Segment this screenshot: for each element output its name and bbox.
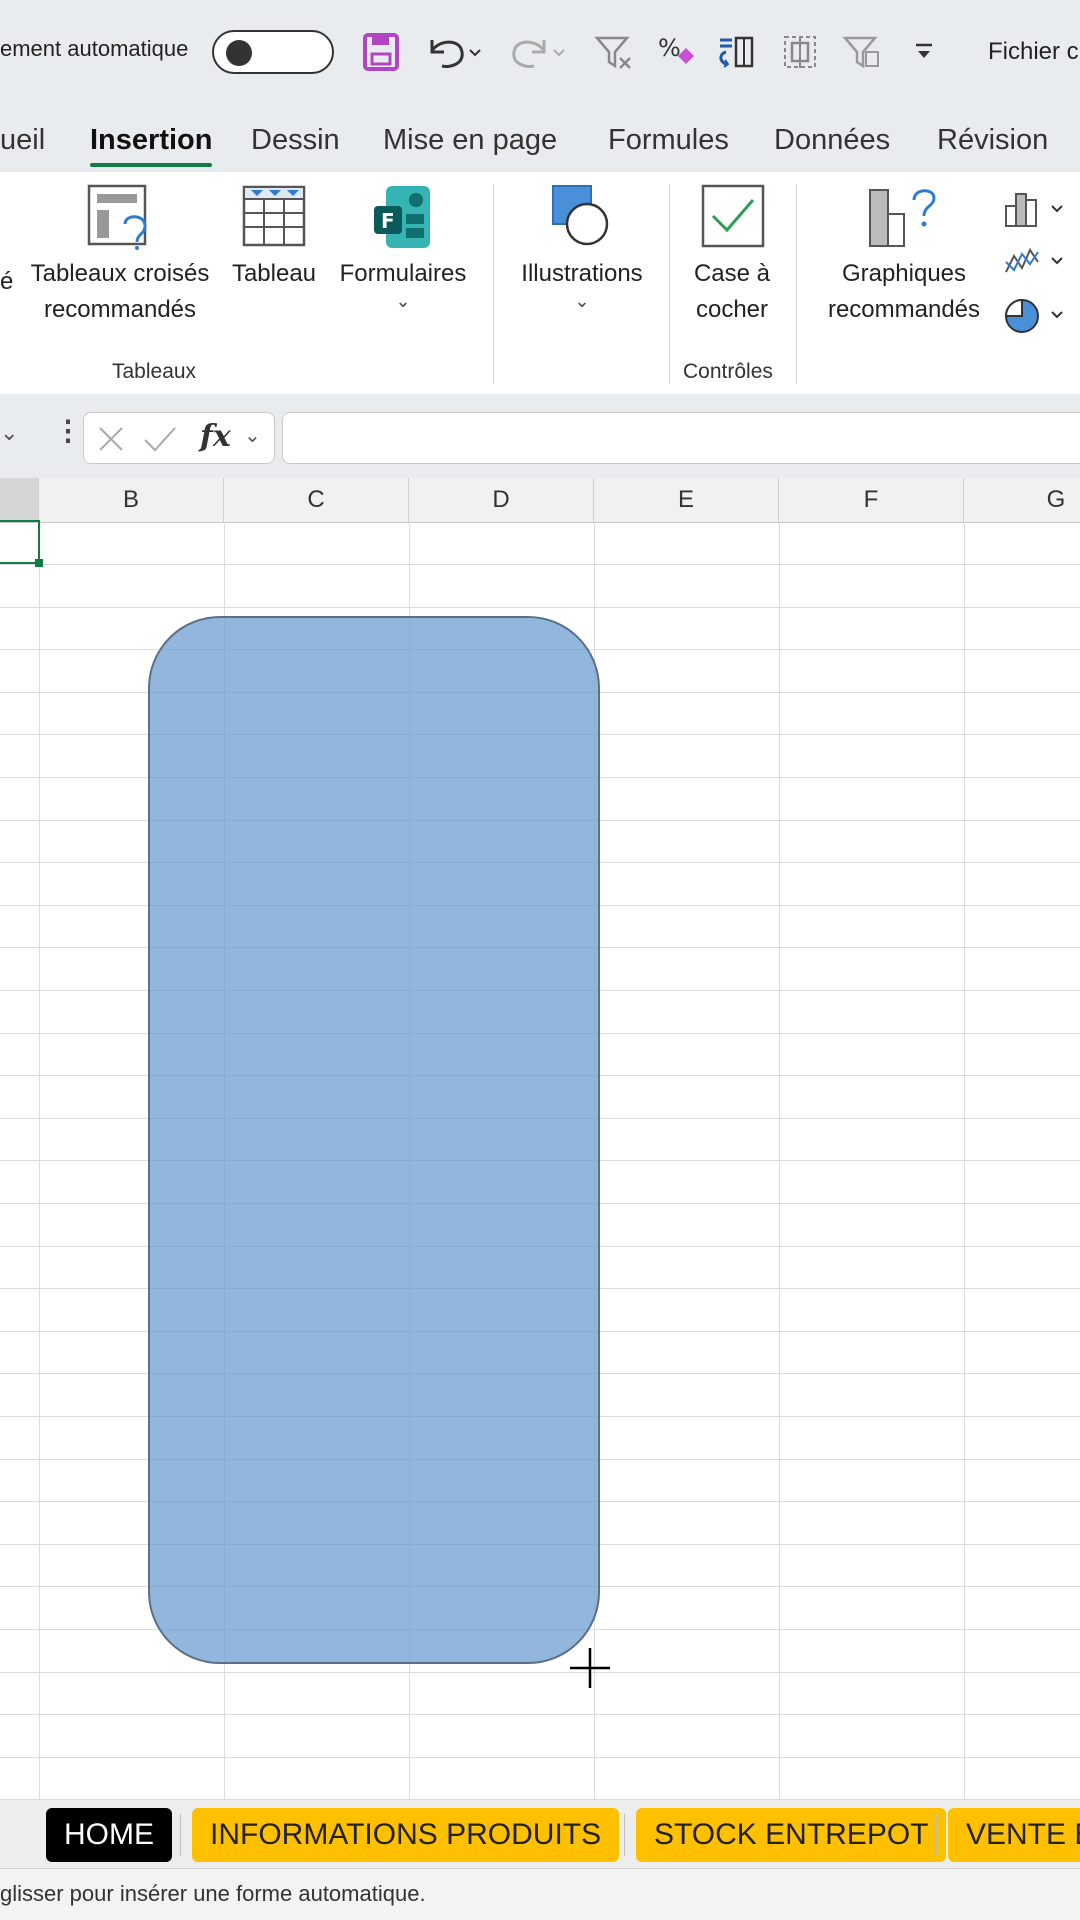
autosave-label: ement automatique (0, 36, 189, 61)
ribbon-tabs: ueil Insertion Dessin Mise en page Formu… (0, 108, 1080, 172)
tab-data[interactable]: Données (774, 124, 890, 157)
selected-cell[interactable] (0, 520, 43, 567)
text-to-columns-icon[interactable] (716, 30, 756, 74)
tab-formulas[interactable]: Formules (608, 124, 729, 157)
row-gridline (0, 564, 1080, 565)
ribbon-insert: é Tableaux croisés recommandés Tableau F… (0, 172, 1080, 394)
shapes-icon (506, 184, 658, 256)
checkbox-label-line2: cocher (695, 296, 769, 323)
charts-label-line2: recommandés (827, 296, 981, 323)
cancel-icon[interactable] (96, 424, 126, 454)
quick-access-toolbar: ement automatique % Fichier c (0, 0, 1080, 108)
column-header-a[interactable] (0, 478, 39, 522)
spreadsheet-grid[interactable]: B C D E F G (0, 478, 1080, 1800)
forms-icon: F (332, 184, 474, 256)
column-header-g[interactable]: G (964, 478, 1080, 522)
tab-home[interactable]: ueil (0, 124, 45, 157)
row-gridline (0, 1757, 1080, 1758)
sheet-tabs: HOME INFORMATIONS PRODUITS STOCK ENTREPO… (0, 1800, 1080, 1868)
sheet-tab-informations-produits[interactable]: INFORMATIONS PRODUITS (192, 1808, 620, 1862)
table-icon (226, 184, 322, 256)
file-name: Fichier c (988, 38, 1079, 65)
status-text: glisser pour insérer une forme automatiq… (0, 1881, 426, 1906)
group-separator (493, 184, 494, 384)
recommended-charts-button[interactable]: Graphiques recommandés (816, 184, 992, 328)
name-box-dropdown-icon[interactable]: ⌄ (0, 420, 18, 446)
clear-filter-icon[interactable] (594, 30, 634, 74)
column-header-b[interactable]: B (39, 478, 224, 522)
fill-handle[interactable] (35, 559, 43, 567)
more-options-icon[interactable]: ⋮ (54, 414, 82, 447)
group-label-tables: Tableaux (112, 360, 197, 383)
autosave-toggle[interactable] (212, 30, 334, 74)
formula-controls: fx ⌄ (83, 412, 275, 464)
sheet-tab-home[interactable]: HOME (46, 1808, 172, 1862)
customize-toolbar-icon[interactable] (912, 30, 936, 74)
column-header-f[interactable]: F (779, 478, 964, 522)
chevron-down-icon: ⌄ (395, 291, 411, 311)
column-header-c[interactable]: C (224, 478, 409, 522)
forms-label: Formulaires (339, 260, 467, 287)
column-gridline (964, 522, 965, 1800)
tab-insert[interactable]: Insertion (90, 124, 213, 167)
pivot-table-icon (24, 184, 216, 256)
sheet-tab-stock-entrepot[interactable]: STOCK ENTREPOT (636, 1808, 947, 1862)
column-header-d[interactable]: D (409, 478, 594, 522)
chevron-down-icon: ⌄ (574, 291, 590, 311)
forms-button[interactable]: F Formulaires ⌄ (332, 184, 474, 310)
line-chart-icon (1005, 247, 1063, 273)
column-chart-button[interactable] (1004, 190, 1080, 235)
percent-style-icon[interactable]: % (656, 30, 696, 74)
column-gridline (39, 522, 40, 1800)
crosshair-cursor-icon (570, 1648, 610, 1688)
tab-draw[interactable]: Dessin (251, 124, 340, 157)
illustrations-button[interactable]: Illustrations ⌄ (506, 184, 658, 310)
status-bar: glisser pour insérer une forme automatiq… (0, 1868, 1080, 1920)
checkbox-button[interactable]: Case à cocher (680, 184, 784, 328)
formula-input[interactable] (282, 412, 1080, 464)
table-button[interactable]: Tableau (226, 184, 322, 292)
undo-icon[interactable] (424, 30, 486, 74)
partial-button-label[interactable]: é (0, 264, 13, 300)
table-label: Tableau (231, 260, 317, 287)
illustrations-label: Illustrations (521, 260, 643, 287)
group-separator (796, 184, 797, 384)
group-label-controls: Contrôles (683, 360, 773, 383)
tab-review[interactable]: Révision (937, 124, 1048, 157)
pie-chart-icon (1004, 298, 1063, 333)
formula-bar: ⌄ ⋮ fx ⌄ (0, 394, 1080, 478)
align-objects-icon[interactable] (780, 30, 820, 74)
pivot-label-line2: recommandés (43, 296, 197, 323)
insert-function-button[interactable]: fx (200, 419, 231, 454)
redo-icon[interactable] (508, 30, 570, 74)
svg-text:F: F (381, 209, 395, 233)
column-gridline (779, 522, 780, 1800)
recommended-charts-icon (816, 184, 992, 256)
pie-chart-button[interactable] (1004, 296, 1080, 341)
charts-label-line1: Graphiques (841, 260, 967, 287)
column-chart-icon (1005, 193, 1063, 227)
svg-text:%: % (658, 34, 681, 62)
column-header-e[interactable]: E (594, 478, 779, 522)
column-headers: B C D E F G (0, 478, 1080, 523)
confirm-icon[interactable] (142, 424, 178, 454)
checkbox-label-line1: Case à (693, 260, 771, 287)
rounded-rectangle-shape[interactable] (148, 616, 600, 1664)
filter-icon[interactable] (842, 30, 882, 74)
sheet-tab-vente[interactable]: VENTE B (948, 1808, 1080, 1862)
checkbox-icon (680, 184, 784, 256)
row-gridline (0, 1672, 1080, 1673)
chevron-down-icon[interactable]: ⌄ (244, 423, 261, 448)
pivot-label-line1: Tableaux croisés (30, 260, 210, 287)
line-chart-button[interactable] (1004, 242, 1080, 287)
tab-page-layout[interactable]: Mise en page (383, 124, 557, 157)
row-gridline (0, 1714, 1080, 1715)
save-icon[interactable] (362, 30, 400, 74)
row-gridline (0, 607, 1080, 608)
group-separator (669, 184, 670, 384)
recommended-pivot-button[interactable]: Tableaux croisés recommandés (24, 184, 216, 328)
